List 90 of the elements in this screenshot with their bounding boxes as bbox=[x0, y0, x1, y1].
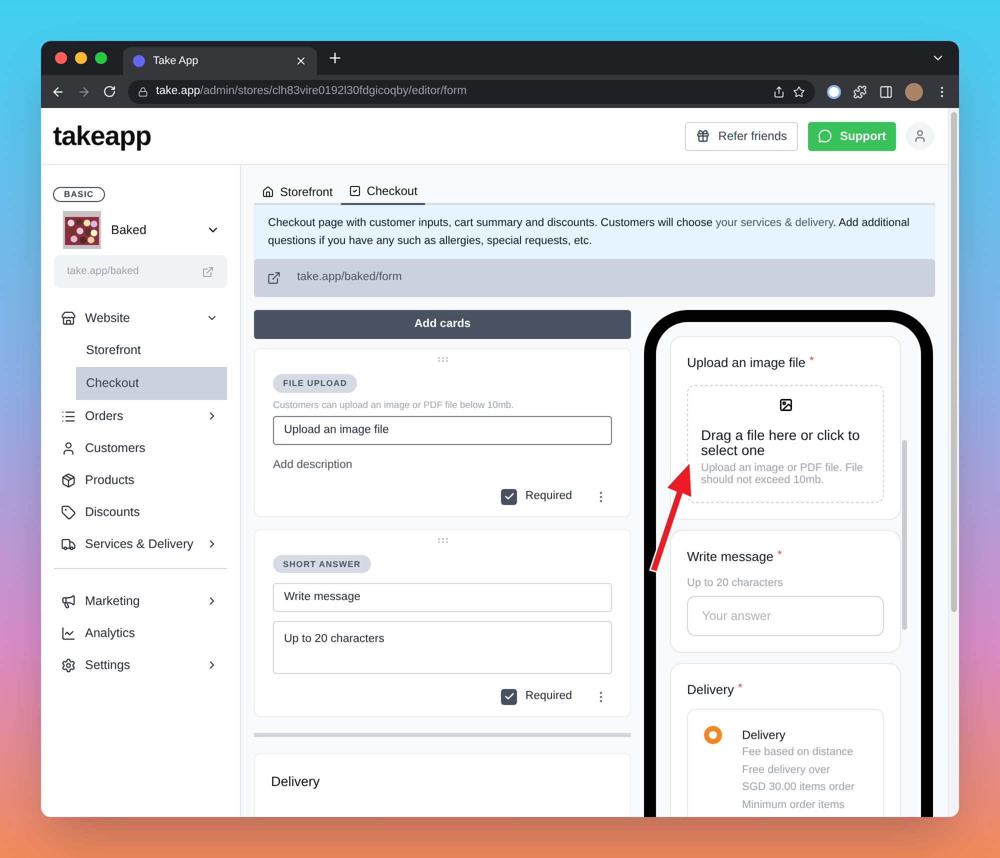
info-text: Checkout page with customer inputs, cart summary and discounts. Customers will choose your services & delivery. Add additional questions if you have any such as allergies, special requests, etc. bbox=[254, 205, 935, 259]
sidebar-item[interactable]: Marketing bbox=[41, 585, 240, 617]
question-title: Delivery bbox=[687, 680, 734, 699]
required-checkbox[interactable] bbox=[501, 488, 518, 505]
image-icon bbox=[778, 398, 792, 412]
logo[interactable]: takeapp bbox=[53, 116, 686, 156]
sidebar-item[interactable]: Customers bbox=[41, 432, 240, 464]
sidebar-item[interactable]: Services & Delivery bbox=[41, 528, 240, 560]
editor-tab[interactable]: Storefront bbox=[254, 179, 341, 205]
back-icon[interactable] bbox=[51, 84, 65, 98]
description-field[interactable]: Up to 20 characters bbox=[273, 621, 612, 674]
profile-avatar[interactable] bbox=[905, 82, 923, 100]
sidebar-item[interactable]: Orders bbox=[41, 400, 240, 432]
settings-icon bbox=[61, 658, 76, 672]
option-detail: Fee based on distance bbox=[742, 745, 854, 760]
sidebar-item[interactable]: Discounts bbox=[41, 496, 240, 528]
star-icon[interactable] bbox=[793, 86, 805, 98]
drag-handle-icon[interactable] bbox=[436, 538, 448, 544]
share-icon[interactable] bbox=[773, 86, 785, 98]
user-icon bbox=[913, 129, 927, 143]
delivery-option[interactable]: Delivery Fee based on distance Free delivery over SGD 30.00 items order Minimum order items bbox=[687, 709, 884, 817]
url-text: take.app/admin/stores/clh83vire0192l30fdgicoqby/editor/form bbox=[156, 84, 468, 99]
new-tab-icon[interactable] bbox=[327, 50, 343, 66]
browser-tab[interactable]: Take App bbox=[123, 47, 317, 75]
store-icon bbox=[61, 310, 76, 326]
required-checkbox[interactable] bbox=[501, 688, 518, 705]
minimize-window-icon[interactable] bbox=[75, 52, 87, 64]
lock-icon bbox=[138, 86, 148, 96]
sidebar-item[interactable]: Website bbox=[41, 302, 240, 334]
side-panel-icon[interactable] bbox=[879, 84, 893, 98]
option-detail: Minimum order items bbox=[742, 798, 846, 812]
external-link-icon bbox=[267, 271, 281, 285]
add-description-link[interactable]: Add description bbox=[273, 457, 612, 474]
question-type-badge: FILE UPLOAD bbox=[273, 374, 358, 393]
check-icon bbox=[504, 491, 515, 502]
zoom-window-icon[interactable] bbox=[95, 52, 107, 64]
megaphone-icon bbox=[61, 594, 76, 608]
list-icon bbox=[61, 408, 76, 424]
account-button[interactable] bbox=[906, 122, 934, 150]
sidebar-subitem[interactable]: Checkout bbox=[76, 367, 227, 400]
question-title: Upload an image file bbox=[687, 354, 806, 372]
form-link-bar[interactable]: take.app/baked/form bbox=[254, 259, 935, 297]
close-window-icon[interactable] bbox=[55, 52, 67, 64]
radio-button[interactable] bbox=[704, 726, 722, 744]
sidebar-item[interactable]: Settings bbox=[41, 649, 240, 681]
drop-text: Drag a file here or click to select one bbox=[701, 428, 861, 458]
refer-friends-button[interactable]: Refer friends bbox=[685, 122, 798, 150]
forward-icon[interactable] bbox=[77, 84, 91, 98]
question-title-field[interactable]: Write message bbox=[273, 583, 612, 612]
sidebar-subitem[interactable]: Storefront bbox=[76, 334, 227, 367]
required-asterisk: * bbox=[777, 548, 782, 562]
truck-icon bbox=[61, 536, 76, 552]
card-title: Delivery bbox=[271, 772, 321, 791]
required-label: Required bbox=[525, 489, 572, 504]
extensions-icon[interactable] bbox=[853, 84, 867, 98]
tag-icon bbox=[61, 504, 76, 520]
services-delivery-link[interactable]: your services & delivery bbox=[716, 217, 834, 229]
option-detail: SGD 30.00 items order bbox=[742, 780, 854, 795]
check-icon bbox=[504, 691, 515, 702]
house-icon bbox=[262, 186, 274, 198]
question-title: Write message bbox=[687, 548, 774, 566]
question-type-badge: SHORT ANSWER bbox=[273, 554, 371, 574]
required-asterisk: * bbox=[810, 354, 814, 369]
chat-bubble-icon bbox=[818, 129, 832, 143]
address-bar[interactable]: take.app/admin/stores/clh83vire0192l30fdgicoqby/editor/form bbox=[128, 80, 815, 104]
drop-hint: Upload an image or PDF file. File should not exceed 10mb. bbox=[701, 462, 864, 486]
sidebar-item[interactable]: Products bbox=[41, 464, 240, 496]
checkbox-icon bbox=[348, 185, 361, 197]
required-label: Required bbox=[525, 689, 572, 704]
store-selector[interactable]: Baked bbox=[41, 211, 240, 249]
hint-text: Customers can upload an image or PDF file below 10mb. bbox=[273, 398, 515, 413]
close-tab-icon[interactable] bbox=[295, 55, 307, 67]
add-cards-button[interactable]: Add cards bbox=[254, 310, 631, 339]
hint-text: Up to 20 characters bbox=[687, 576, 784, 591]
favicon-icon bbox=[133, 55, 145, 67]
question-title-field[interactable]: Upload an image file bbox=[273, 416, 612, 445]
option-detail: Free delivery over bbox=[742, 762, 832, 778]
sidebar-item[interactable]: Analytics bbox=[41, 617, 240, 649]
required-asterisk: * bbox=[738, 680, 742, 696]
user-icon bbox=[61, 440, 76, 456]
box-icon bbox=[61, 472, 76, 488]
line-chart-icon bbox=[61, 626, 76, 640]
external-link-icon bbox=[202, 266, 214, 278]
option-name: Delivery bbox=[742, 727, 786, 744]
reload-icon[interactable] bbox=[103, 85, 116, 98]
extension-icon[interactable] bbox=[827, 84, 841, 98]
gift-icon bbox=[696, 129, 710, 143]
plan-badge: BASIC bbox=[53, 187, 105, 202]
answer-field[interactable]: Your answer bbox=[687, 596, 884, 636]
drag-handle-icon[interactable] bbox=[436, 357, 448, 363]
